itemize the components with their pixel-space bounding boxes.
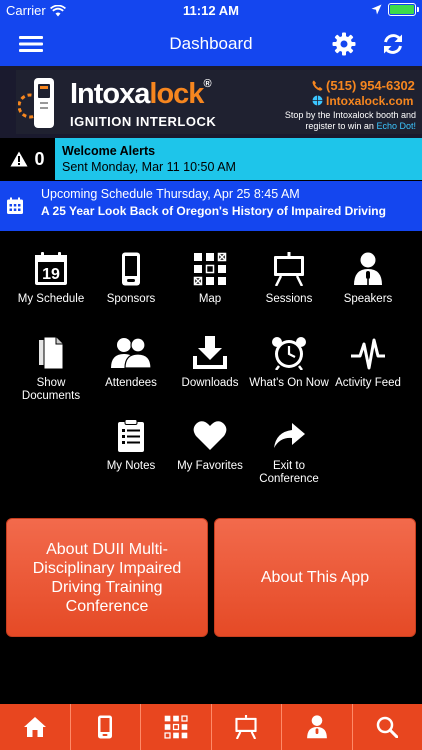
alert-sent-time: Sent Monday, Mar 11 10:50 AM bbox=[62, 160, 236, 174]
alert-count: 0 bbox=[34, 148, 45, 169]
status-bar: Carrier 11:12 AM bbox=[0, 0, 422, 22]
warning-icon bbox=[10, 151, 28, 167]
heart-icon bbox=[193, 421, 227, 450]
map-grid-icon bbox=[193, 252, 227, 286]
promo-highlight: Echo Dot! bbox=[376, 121, 416, 131]
website-text: Intoxalock.com bbox=[326, 94, 414, 108]
brand-subtitle: IGNITION INTERLOCK bbox=[70, 114, 217, 129]
about-app-button[interactable]: About This App bbox=[214, 518, 416, 637]
tab-home[interactable] bbox=[0, 704, 71, 750]
nav-bar: Dashboard bbox=[0, 22, 422, 66]
settings-button[interactable] bbox=[329, 30, 359, 58]
grid-label: My Favorites bbox=[177, 460, 243, 472]
people-icon bbox=[111, 337, 151, 369]
notes-icon bbox=[118, 419, 144, 452]
sponsor-banner[interactable]: Intoxalock® IGNITION INTERLOCK (515) 954… bbox=[0, 66, 422, 138]
welcome-alerts-row[interactable]: 0 Welcome Alerts Sent Monday, Mar 11 10:… bbox=[0, 138, 422, 180]
brand-accent-text: lock bbox=[149, 78, 204, 110]
grid-item-my-notes[interactable]: My Notes bbox=[91, 419, 171, 473]
registered-mark: ® bbox=[203, 78, 211, 90]
grid-item-exit-to-conference[interactable]: Exit to Conference bbox=[249, 419, 329, 486]
grid-label: Sponsors bbox=[106, 293, 156, 305]
documents-icon bbox=[39, 336, 64, 370]
grid-item-sponsors[interactable]: Sponsors bbox=[91, 252, 171, 306]
grid-label: My Notes bbox=[106, 460, 156, 472]
grid-label: Attendees bbox=[105, 377, 157, 389]
status-time: 11:12 AM bbox=[183, 3, 239, 18]
grid-label: What's On Now bbox=[249, 377, 329, 389]
schedule-event-title: A 25 Year Look Back of Oregon's History … bbox=[41, 204, 386, 218]
phone-number: (515) 954-6302 bbox=[326, 78, 415, 93]
grid-item-show-documents[interactable]: Show Documents bbox=[11, 336, 91, 403]
about-conference-button[interactable]: About DUII Multi-Disciplinary Impaired D… bbox=[6, 518, 208, 637]
activity-icon bbox=[351, 338, 385, 370]
schedule-heading: Upcoming Schedule Thursday, Apr 25 8:45 … bbox=[41, 187, 300, 201]
speaker-icon bbox=[306, 715, 327, 739]
grid-label: Sessions bbox=[265, 293, 313, 305]
grid-label: My Schedule bbox=[17, 293, 85, 305]
share-arrow-icon bbox=[274, 423, 305, 448]
calendar-small-icon bbox=[7, 197, 23, 214]
upcoming-schedule-row[interactable]: Upcoming Schedule Thursday, Apr 25 8:45 … bbox=[0, 181, 422, 231]
grid-item-speakers[interactable]: Speakers bbox=[328, 252, 408, 306]
download-icon bbox=[193, 336, 227, 369]
easel-icon bbox=[274, 252, 304, 286]
banner-promo: Stop by the Intoxalock booth and registe… bbox=[266, 110, 416, 132]
phone-icon bbox=[122, 252, 140, 286]
alert-count-badge: 0 bbox=[0, 138, 55, 180]
refresh-icon bbox=[384, 34, 402, 54]
banner-website: Intoxalock.com bbox=[312, 94, 413, 108]
grid-item-map[interactable]: Map bbox=[170, 252, 250, 306]
brand-name: Intoxalock® bbox=[70, 78, 212, 111]
grid-label: Show Documents bbox=[21, 377, 81, 402]
map-grid-icon bbox=[164, 715, 188, 739]
calendar-icon: 19 bbox=[35, 252, 67, 285]
grid-item-attendees[interactable]: Attendees bbox=[91, 336, 171, 390]
grid-item-my-schedule[interactable]: 19 My Schedule bbox=[11, 252, 91, 306]
easel-icon bbox=[235, 715, 257, 739]
tab-map[interactable] bbox=[141, 704, 212, 750]
bottom-tab-bar bbox=[0, 704, 422, 750]
brand-main-text: Intoxa bbox=[70, 78, 150, 110]
grid-item-my-favorites[interactable]: My Favorites bbox=[170, 419, 250, 473]
globe-icon bbox=[312, 95, 323, 106]
tab-search[interactable] bbox=[353, 704, 422, 750]
grid-item-sessions[interactable]: Sessions bbox=[249, 252, 329, 306]
status-right bbox=[371, 3, 419, 16]
tab-speakers[interactable] bbox=[282, 704, 353, 750]
tab-sponsors[interactable] bbox=[71, 704, 141, 750]
grid-label: Activity Feed bbox=[335, 377, 401, 389]
alarm-clock-icon bbox=[272, 337, 306, 370]
location-arrow-icon bbox=[371, 4, 382, 15]
grid-item-whats-on-now[interactable]: What's On Now bbox=[249, 336, 329, 390]
gear-icon bbox=[332, 32, 356, 56]
grid-label: Exit to Conference bbox=[259, 460, 319, 485]
banner-content: Intoxalock® IGNITION INTERLOCK (515) 954… bbox=[16, 70, 422, 134]
search-icon bbox=[377, 716, 399, 738]
phone-icon bbox=[98, 715, 113, 739]
grid-label: Map bbox=[198, 293, 222, 305]
tab-sessions[interactable] bbox=[212, 704, 282, 750]
calendar-day-number: 19 bbox=[42, 266, 60, 283]
grid-label: Speakers bbox=[343, 293, 393, 305]
phone-handset-icon bbox=[312, 80, 323, 91]
refresh-button[interactable] bbox=[378, 30, 408, 58]
speaker-icon bbox=[354, 252, 382, 285]
home-icon bbox=[23, 717, 46, 737]
grid-item-activity-feed[interactable]: Activity Feed bbox=[328, 336, 408, 390]
breathalyzer-logo-icon bbox=[18, 78, 54, 128]
grid-item-downloads[interactable]: Downloads bbox=[170, 336, 250, 390]
banner-phone: (515) 954-6302 bbox=[312, 78, 415, 93]
battery-icon bbox=[388, 3, 419, 16]
grid-label: Downloads bbox=[181, 377, 239, 389]
alert-text: Welcome Alerts Sent Monday, Mar 11 10:50… bbox=[55, 138, 422, 180]
alert-title: Welcome Alerts bbox=[62, 144, 156, 158]
